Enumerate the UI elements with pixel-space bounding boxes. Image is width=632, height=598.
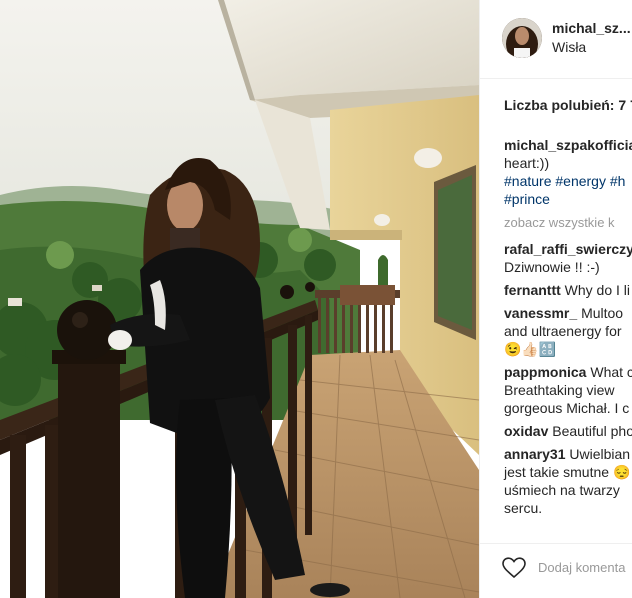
- comment-item: pappmonica What c Breathtaking view gorg…: [504, 363, 632, 417]
- comment-emoji: 😉👍🏻🔠: [504, 341, 557, 357]
- heart-outline-icon[interactable]: [502, 557, 526, 584]
- comment-text: Breathtaking view: [504, 382, 615, 398]
- comment-username[interactable]: vanessmr_: [504, 305, 577, 321]
- comment-item: annary31 Uwielbian jest takie smutne 😔 u…: [504, 445, 632, 517]
- comment-text: gorgeous Michał. I c: [504, 400, 630, 416]
- hashtag-link[interactable]: #nature #energy #h: [504, 173, 625, 189]
- post-photo[interactable]: [0, 0, 479, 598]
- comment-item: vanessmr_ Multoo and ultraenergy for 😉👍🏻…: [504, 304, 632, 358]
- comment-text: heart:)): [504, 155, 550, 171]
- comment-username[interactable]: rafal_raffi_swierczy: [504, 241, 632, 257]
- comment-text: sercu.: [504, 500, 543, 516]
- comment-text: jest takie smutne 😔: [504, 464, 631, 480]
- comment-username[interactable]: fernanttt: [504, 282, 561, 298]
- comment-text: Beautiful pho: [552, 423, 632, 439]
- likes-count[interactable]: Liczba polubień: 7 7: [504, 97, 632, 113]
- comment-username[interactable]: annary31: [504, 446, 565, 462]
- comment-username[interactable]: oxidav: [504, 423, 548, 439]
- comment-username[interactable]: pappmonica: [504, 364, 586, 380]
- username[interactable]: michal_sz...: [552, 20, 631, 36]
- add-comment-input[interactable]: Dodaj komenta: [538, 560, 625, 575]
- caption: michal_szpakofficia heart:)) #nature #en…: [504, 136, 632, 208]
- comment-text: Multoo: [581, 305, 624, 321]
- comments-list: michal_szpakofficia heart:)) #nature #en…: [504, 136, 632, 522]
- comment-text: Dziwnowie !! :-): [504, 259, 600, 275]
- comment-text: uśmiech na twarzy: [504, 482, 620, 498]
- comment-bar: Dodaj komenta: [480, 543, 632, 598]
- post-header: michal_sz... Wisła: [480, 0, 632, 79]
- comment-username[interactable]: michal_szpakofficia: [504, 137, 632, 153]
- avatar-image: [502, 18, 542, 58]
- comment-item: fernanttt Why do I li: [504, 281, 632, 299]
- comment-text: Uwielbian: [569, 446, 631, 462]
- comment-item: oxidav Beautiful pho: [504, 422, 632, 440]
- balcony-photo: [0, 0, 479, 598]
- comment-text: What c: [590, 364, 632, 380]
- post-sidebar: michal_sz... Wisła Liczba polubień: 7 7 …: [479, 0, 632, 598]
- comment-item: rafal_raffi_swierczy Dziwnowie !! :-): [504, 240, 632, 276]
- hashtag-link[interactable]: #prince: [504, 191, 550, 207]
- comment-text: and ultraenergy for: [504, 323, 622, 339]
- location[interactable]: Wisła: [552, 39, 586, 55]
- comment-text: Why do I li: [564, 282, 631, 298]
- view-all-comments-link[interactable]: zobacz wszystkie k: [504, 214, 632, 232]
- avatar[interactable]: [502, 18, 542, 58]
